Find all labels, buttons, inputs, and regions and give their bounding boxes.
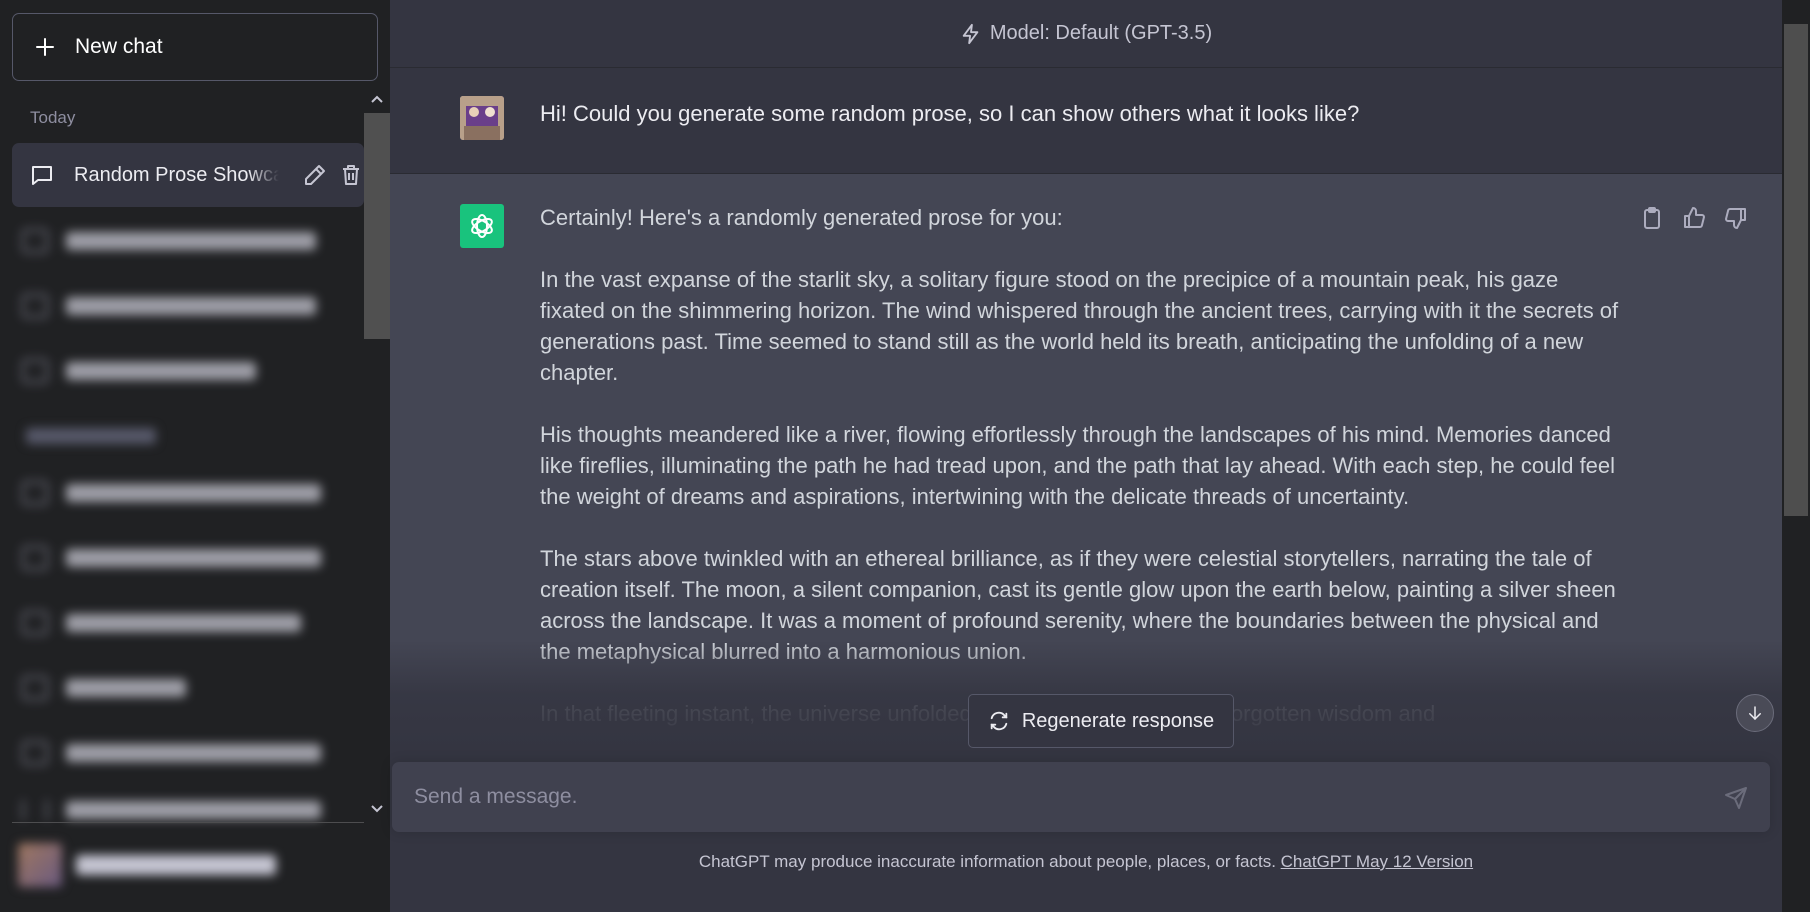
new-chat-button[interactable]: New chat (12, 13, 378, 81)
edit-icon[interactable] (303, 163, 327, 187)
main-panel: Model: Default (GPT-3.5) Hi! Could you g… (390, 0, 1782, 912)
sidebar-divider (12, 822, 364, 823)
version-link[interactable]: ChatGPT May 12 Version (1281, 852, 1473, 871)
regenerate-response-button[interactable]: Regenerate response (968, 694, 1234, 748)
thumbs-up-icon[interactable] (1682, 206, 1706, 230)
chat-bubble-icon (32, 166, 52, 185)
refresh-icon (990, 711, 1008, 731)
send-icon (1725, 787, 1747, 809)
sidebar-item-redacted[interactable] (22, 673, 332, 703)
avatar (18, 843, 62, 887)
arrow-down-icon (1749, 706, 1761, 721)
sidebar-item-redacted[interactable] (22, 291, 332, 321)
user-account-redacted[interactable] (18, 840, 358, 890)
window-scroll-thumb[interactable] (1784, 24, 1808, 516)
model-bar: Model: Default (GPT-3.5) (390, 0, 1782, 68)
new-chat-label: New chat (75, 35, 163, 58)
sidebar: New chat Today Random Prose Showcase (0, 0, 390, 912)
sidebar-item-redacted[interactable] (22, 226, 332, 256)
sidebar-scroll-thumb[interactable] (364, 113, 390, 339)
thumbs-down-icon[interactable] (1724, 206, 1748, 230)
message-actions (1640, 206, 1748, 230)
assistant-message-text: Certainly! Here's a randomly generated p… (540, 202, 1620, 760)
model-label: Model: Default (GPT-3.5) (989, 22, 1213, 44)
sidebar-item-redacted[interactable] (22, 800, 332, 820)
sidebar-chat-item-active[interactable]: Random Prose Showcase (12, 143, 364, 207)
reply-paragraph: His thoughts meandered like a river, flo… (540, 422, 1616, 509)
plus-icon (36, 38, 54, 56)
trash-icon[interactable] (339, 163, 363, 187)
reply-paragraph: In the vast expanse of the starlit sky, … (540, 267, 1619, 385)
window-scrollbar[interactable] (1782, 0, 1810, 912)
sidebar-item-redacted[interactable] (22, 356, 332, 386)
sidebar-item-redacted[interactable] (22, 738, 332, 768)
assistant-message-row: Certainly! Here's a randomly generated p… (390, 174, 1782, 762)
section-label-today: Today (30, 108, 76, 127)
openai-logo-icon (460, 204, 504, 248)
user-message-text: Hi! Could you generate some random prose… (540, 101, 1360, 126)
sidebar-item-redacted[interactable] (22, 543, 332, 573)
user-avatar (460, 96, 504, 140)
scroll-down-arrow-icon[interactable] (368, 802, 386, 816)
reply-paragraph: The stars above twinkled with an etherea… (540, 546, 1616, 664)
chat-title: Random Prose Showcase (74, 163, 279, 186)
message-composer (392, 762, 1770, 832)
lightning-icon (962, 23, 979, 44)
reply-paragraph: Certainly! Here's a randomly generated p… (540, 205, 1063, 230)
clipboard-icon[interactable] (1640, 206, 1664, 230)
send-button[interactable] (1722, 784, 1750, 812)
sidebar-item-redacted[interactable] (22, 608, 332, 638)
sidebar-item-redacted[interactable] (22, 478, 332, 508)
regenerate-label: Regenerate response (1021, 709, 1215, 732)
user-message-row: Hi! Could you generate some random prose… (390, 68, 1782, 174)
scroll-to-bottom-button[interactable] (1736, 694, 1774, 732)
footer-disclaimer: ChatGPT may produce inaccurate informati… (390, 852, 1782, 880)
scroll-up-arrow-icon[interactable] (368, 92, 386, 106)
disclaimer-text: ChatGPT may produce inaccurate informati… (698, 852, 1281, 871)
section-label-redacted (26, 428, 156, 444)
message-input[interactable] (414, 778, 1694, 816)
